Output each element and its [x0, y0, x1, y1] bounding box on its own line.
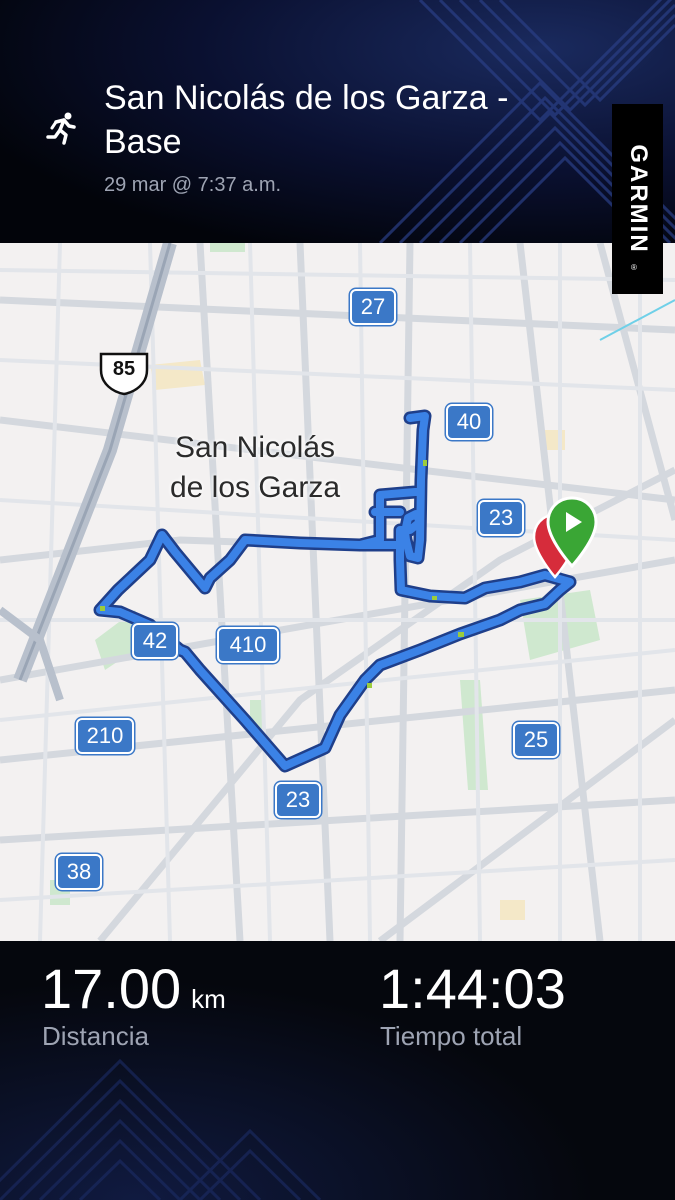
route-shield-40: 40	[446, 404, 492, 440]
garmin-logo: GARMIN ®	[612, 104, 663, 294]
city-label-line1: San Nicolás	[174, 431, 336, 464]
distance-value: 17.00	[41, 957, 182, 1020]
activity-date: 29 mar @ 7:37 a.m.	[104, 174, 282, 196]
route-shield-42: 42	[132, 623, 178, 659]
distance-label: Distancia	[42, 1021, 149, 1051]
route-start-marker	[546, 496, 598, 569]
activity-header: San Nicolás de los Garza - Base 29 mar @…	[0, 0, 675, 243]
highway-85-label: 85	[112, 358, 136, 380]
time-value: 1:44:03	[379, 957, 566, 1020]
highway-85-shield: 85	[97, 350, 151, 396]
garmin-wordmark: GARMIN	[624, 144, 652, 254]
route-shield-410: 410	[217, 627, 279, 663]
route-shield-23-north: 23	[478, 500, 524, 536]
route-map[interactable]: 85 27 40 23 42 410 210 25 23 38	[0, 243, 675, 941]
route-shield-23-south: 23	[275, 782, 321, 818]
distance-unit: km	[191, 984, 226, 1014]
running-icon	[46, 112, 76, 145]
route-shield-210: 210	[76, 718, 134, 754]
stats-panel: 17.00 km Distancia 1:44:03 Tiempo total	[0, 941, 675, 1200]
city-label-line2: de los Garza	[169, 471, 341, 504]
route-shield-27: 27	[350, 289, 396, 325]
map-base	[0, 243, 675, 941]
city-label: San Nicolás de los Garza	[150, 428, 360, 508]
route-shield-25: 25	[513, 722, 559, 758]
registered-mark: ®	[631, 263, 637, 272]
distance-stat: 17.00 km	[41, 956, 226, 1021]
route-shield-38: 38	[56, 854, 102, 890]
activity-title: San Nicolás de los Garza - Base	[104, 79, 509, 161]
time-label: Tiempo total	[380, 1021, 523, 1051]
